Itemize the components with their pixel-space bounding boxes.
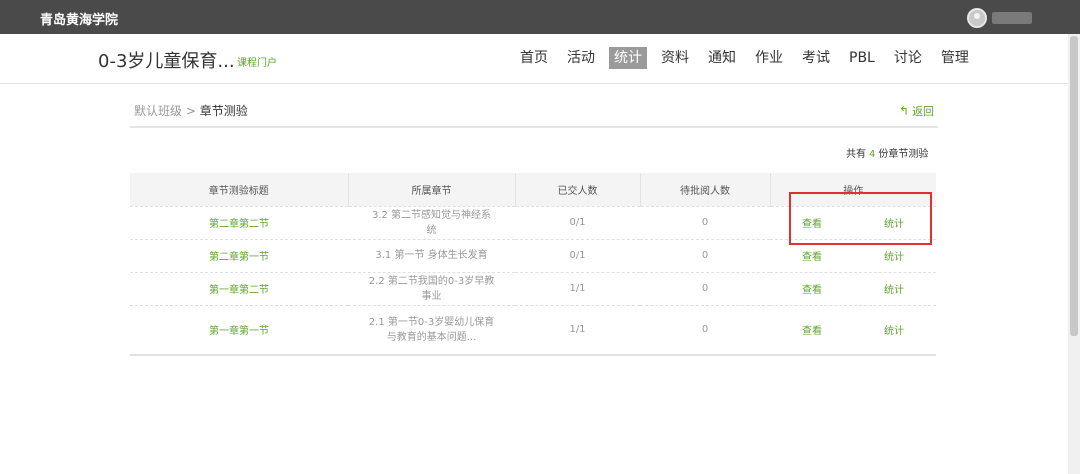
header-pending: 待批阅人数 bbox=[639, 173, 770, 206]
course-title[interactable]: 0-3岁儿童保育... bbox=[98, 47, 235, 73]
tab-5[interactable]: 作业 bbox=[750, 47, 788, 69]
actions-cell: 查看 统计 bbox=[770, 238, 936, 272]
scrollbar-thumb[interactable] bbox=[1070, 36, 1078, 336]
tab-6[interactable]: 考试 bbox=[797, 47, 835, 69]
username-blurred[interactable] bbox=[992, 12, 1032, 24]
actions-cell: 查看 统计 bbox=[770, 205, 936, 239]
table-row: 第二章第二节 3.2 第二节感知觉与神经系统 0/1 0 查看 统计 bbox=[130, 205, 936, 239]
back-button[interactable]: ↰ 返回 bbox=[899, 103, 934, 119]
actions-cell: 查看 统计 bbox=[770, 304, 936, 356]
quiz-count-summary: 共有 4 份章节测验 bbox=[846, 145, 928, 160]
pending-cell: 0 bbox=[640, 205, 770, 239]
tab-4[interactable]: 通知 bbox=[703, 47, 741, 69]
summary-suffix: 份章节测验 bbox=[878, 149, 929, 160]
user-icon bbox=[974, 13, 980, 19]
quiz-title-link[interactable]: 第二章第一节 bbox=[130, 238, 348, 272]
view-button[interactable]: 查看 bbox=[802, 322, 822, 337]
pending-cell: 0 bbox=[640, 271, 770, 305]
chapter-cell: 2.2 第二节我国的0-3岁早教事业 bbox=[348, 271, 515, 305]
quiz-title-link[interactable]: 第二章第二节 bbox=[130, 205, 348, 239]
submitted-cell: 0/1 bbox=[515, 205, 640, 239]
course-portal-link[interactable]: 课程门户 bbox=[237, 54, 277, 69]
quiz-table: 章节测验标题 所属章节 已交人数 待批阅人数 操作 第二章第二节 3.2 第二节感… bbox=[130, 173, 936, 356]
submitted-cell: 1/1 bbox=[515, 304, 640, 356]
stats-button[interactable]: 统计 bbox=[884, 248, 904, 263]
breadcrumb-separator: > bbox=[185, 104, 196, 118]
chapter-cell: 3.1 第一节 身体生长发育 bbox=[348, 238, 515, 272]
header-title: 章节测验标题 bbox=[130, 173, 348, 206]
view-button[interactable]: 查看 bbox=[802, 248, 822, 263]
header-actions: 操作 bbox=[769, 173, 936, 206]
tab-1[interactable]: 活动 bbox=[562, 47, 600, 69]
breadcrumb-parent[interactable]: 默认班级 bbox=[134, 104, 182, 118]
divider bbox=[130, 126, 938, 128]
summary-count: 4 bbox=[869, 149, 876, 160]
school-name[interactable]: 青岛黄海学院 bbox=[40, 9, 118, 28]
table-header-row: 章节测验标题 所属章节 已交人数 待批阅人数 操作 bbox=[130, 173, 936, 206]
breadcrumb-current: 章节测验 bbox=[199, 104, 248, 118]
pending-cell: 0 bbox=[640, 304, 770, 356]
chapter-cell: 3.2 第二节感知觉与神经系统 bbox=[348, 205, 515, 239]
breadcrumb: 默认班级 > 章节测验 bbox=[134, 102, 248, 119]
tab-8[interactable]: 讨论 bbox=[889, 47, 927, 69]
scrollbar[interactable] bbox=[1068, 34, 1080, 474]
stats-button[interactable]: 统计 bbox=[884, 215, 904, 230]
view-button[interactable]: 查看 bbox=[802, 215, 822, 230]
quiz-title-link[interactable]: 第一章第一节 bbox=[130, 304, 348, 356]
view-button[interactable]: 查看 bbox=[802, 281, 822, 296]
quiz-title-link[interactable]: 第一章第二节 bbox=[130, 271, 348, 305]
tab-0[interactable]: 首页 bbox=[515, 47, 553, 69]
actions-cell: 查看 统计 bbox=[770, 271, 936, 305]
submitted-cell: 0/1 bbox=[515, 238, 640, 272]
pending-cell: 0 bbox=[640, 238, 770, 272]
table-row: 第一章第二节 2.2 第二节我国的0-3岁早教事业 1/1 0 查看 统计 bbox=[130, 271, 936, 305]
back-arrow-icon: ↰ bbox=[899, 104, 910, 118]
table-row: 第二章第一节 3.1 第一节 身体生长发育 0/1 0 查看 统计 bbox=[130, 238, 936, 272]
back-label: 返回 bbox=[912, 105, 935, 118]
avatar[interactable] bbox=[967, 8, 987, 28]
tab-3[interactable]: 资料 bbox=[656, 47, 694, 69]
header-chapter: 所属章节 bbox=[347, 173, 515, 206]
chapter-cell: 2.1 第一节0-3岁婴幼儿保育与教育的基本问题... bbox=[348, 304, 515, 356]
stats-button[interactable]: 统计 bbox=[884, 322, 904, 337]
header-submitted: 已交人数 bbox=[514, 173, 640, 206]
submitted-cell: 1/1 bbox=[515, 271, 640, 305]
course-nav: 首页 活动 统计 资料 通知 作业 考试 PBL 讨论 管理 bbox=[515, 47, 983, 69]
tab-2[interactable]: 统计 bbox=[609, 47, 647, 69]
tab-9[interactable]: 管理 bbox=[936, 47, 974, 69]
tab-7[interactable]: PBL bbox=[844, 47, 880, 69]
table-row: 第一章第一节 2.1 第一节0-3岁婴幼儿保育与教育的基本问题... 1/1 0 查看 统… bbox=[130, 304, 936, 356]
summary-prefix: 共有 bbox=[846, 149, 866, 160]
top-bar: 青岛黄海学院 bbox=[0, 0, 1080, 34]
course-header: 0-3岁儿童保育... 课程门户 首页 活动 统计 资料 通知 作业 考试 PBL 讨论 管理 bbox=[0, 34, 1068, 84]
stats-button[interactable]: 统计 bbox=[884, 281, 904, 296]
